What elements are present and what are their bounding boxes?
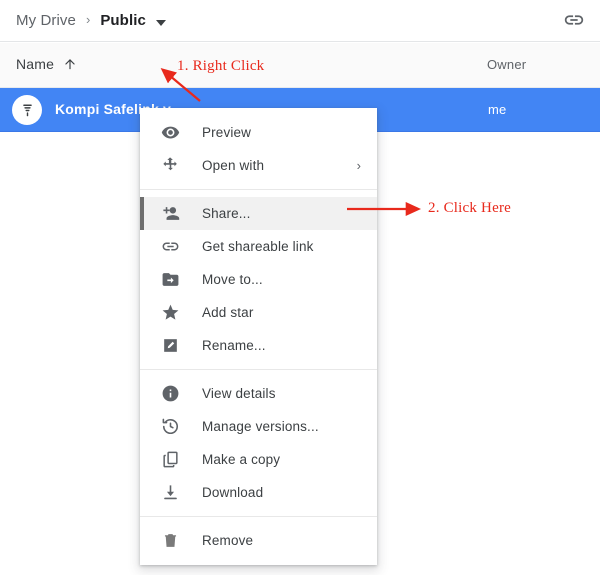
menu-item-label: Download xyxy=(202,485,264,500)
chevron-right-icon: › xyxy=(356,158,361,173)
menu-item-open-with[interactable]: Open with › xyxy=(140,149,377,182)
column-header-owner[interactable]: Owner xyxy=(487,57,526,72)
menu-item-label: Preview xyxy=(202,125,252,140)
menu-item-label: Make a copy xyxy=(202,452,281,467)
menu-item-label: Add star xyxy=(202,305,254,320)
menu-item-preview[interactable]: Preview xyxy=(140,116,377,149)
column-header-name[interactable]: Name xyxy=(16,56,77,72)
menu-item-make-a-copy[interactable]: Make a copy xyxy=(140,443,377,476)
menu-separator xyxy=(140,189,377,190)
link-button[interactable] xyxy=(562,10,586,34)
menu-item-label: Remove xyxy=(202,533,254,548)
breadcrumb-my-drive[interactable]: My Drive xyxy=(16,12,76,29)
menu-item-view-details[interactable]: View details xyxy=(140,377,377,410)
menu-item-label: Share... xyxy=(202,206,251,221)
menu-item-manage-versions[interactable]: Manage versions... xyxy=(140,410,377,443)
rename-pencil-icon xyxy=(159,335,181,357)
eye-icon xyxy=(159,122,181,144)
menu-item-download[interactable]: Download xyxy=(140,476,377,509)
menu-item-label: Rename... xyxy=(202,338,266,353)
column-header-row: Name Owner xyxy=(0,43,600,88)
context-menu[interactable]: Preview Open with › Share... Get shareab… xyxy=(140,108,377,565)
link-icon xyxy=(159,236,181,258)
move-to-folder-icon xyxy=(159,269,181,291)
column-header-name-label: Name xyxy=(16,56,55,72)
menu-item-label: Move to... xyxy=(202,272,263,287)
file-owner-label: me xyxy=(488,102,507,117)
menu-item-label: Get shareable link xyxy=(202,239,314,254)
chevron-down-icon[interactable] xyxy=(155,19,166,26)
menu-item-add-star[interactable]: Add star xyxy=(140,296,377,329)
link-icon xyxy=(563,9,585,36)
menu-item-label: Manage versions... xyxy=(202,419,319,434)
menu-item-remove[interactable]: Remove xyxy=(140,524,377,557)
breadcrumb: My Drive › Public xyxy=(16,0,166,41)
menu-separator xyxy=(140,369,377,370)
menu-item-label: View details xyxy=(202,386,276,401)
copy-icon xyxy=(159,449,181,471)
menu-item-move-to[interactable]: Move to... xyxy=(140,263,377,296)
menu-item-label: Open with xyxy=(202,158,265,173)
top-bar: My Drive › Public xyxy=(0,0,600,42)
menu-item-rename[interactable]: Rename... xyxy=(140,329,377,362)
history-icon xyxy=(159,416,181,438)
breadcrumb-separator: › xyxy=(85,12,91,27)
breadcrumb-current-folder[interactable]: Public xyxy=(100,12,146,29)
menu-item-get-shareable-link[interactable]: Get shareable link xyxy=(140,230,377,263)
arrow-up-icon[interactable] xyxy=(63,57,77,71)
star-icon xyxy=(159,302,181,324)
download-icon xyxy=(159,482,181,504)
menu-separator xyxy=(140,516,377,517)
open-with-icon xyxy=(159,155,181,177)
drive-file-icon xyxy=(12,95,42,125)
menu-item-share[interactable]: Share... xyxy=(140,197,377,230)
annotation-step-2-text: 2. Click Here xyxy=(428,200,511,216)
person-add-icon xyxy=(159,203,181,225)
trash-icon xyxy=(159,530,181,552)
info-icon xyxy=(159,383,181,405)
